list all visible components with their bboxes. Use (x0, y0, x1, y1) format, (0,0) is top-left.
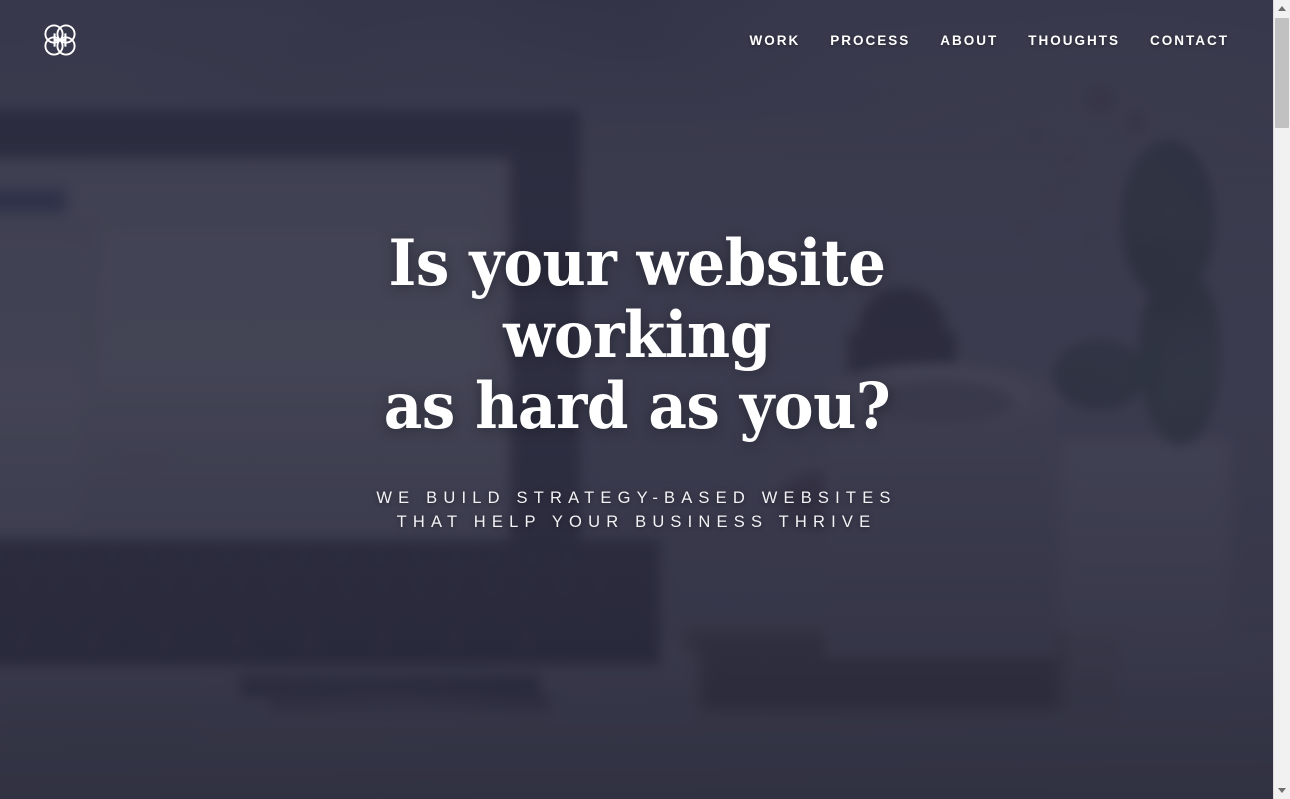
page-scrollbar[interactable] (1273, 0, 1290, 799)
scroll-down-button[interactable] (1274, 782, 1290, 799)
site-header: WORK PROCESS ABOUT THOUGHTS CONTACT (0, 0, 1273, 80)
primary-navigation: WORK PROCESS ABOUT THOUGHTS CONTACT (749, 27, 1229, 54)
hero-headline: Is your website working as hard as you? (274, 228, 999, 443)
hero-subheadline-line-2: THAT HELP YOUR BUSINESS THRIVE (396, 513, 877, 531)
nav-item-contact[interactable]: CONTACT (1150, 27, 1229, 54)
site-logo[interactable] (40, 20, 80, 60)
hero-headline-line-1: Is your website working (388, 226, 885, 373)
quatrefoil-monogram-h-icon (44, 24, 76, 56)
hero-section: Is your website working as hard as you? … (0, 0, 1273, 799)
page-content: WORK PROCESS ABOUT THOUGHTS CONTACT Is y… (0, 0, 1273, 799)
nav-item-thoughts[interactable]: THOUGHTS (1028, 27, 1120, 54)
nav-item-about[interactable]: ABOUT (940, 27, 998, 54)
hero-subheadline: WE BUILD STRATEGY-BASED WEBSITES THAT HE… (376, 487, 896, 535)
hero-subheadline-line-1: WE BUILD STRATEGY-BASED WEBSITES (376, 489, 897, 508)
browser-viewport: WORK PROCESS ABOUT THOUGHTS CONTACT Is y… (0, 0, 1290, 799)
nav-item-process[interactable]: PROCESS (830, 27, 910, 54)
scroll-up-button[interactable] (1274, 0, 1290, 17)
scroll-down-arrow-icon (1278, 788, 1286, 793)
hero-headline-line-2: as hard as you? (383, 369, 890, 445)
scrollbar-thumb[interactable] (1275, 18, 1289, 128)
scroll-up-arrow-icon (1278, 6, 1286, 11)
nav-item-work[interactable]: WORK (749, 27, 800, 54)
